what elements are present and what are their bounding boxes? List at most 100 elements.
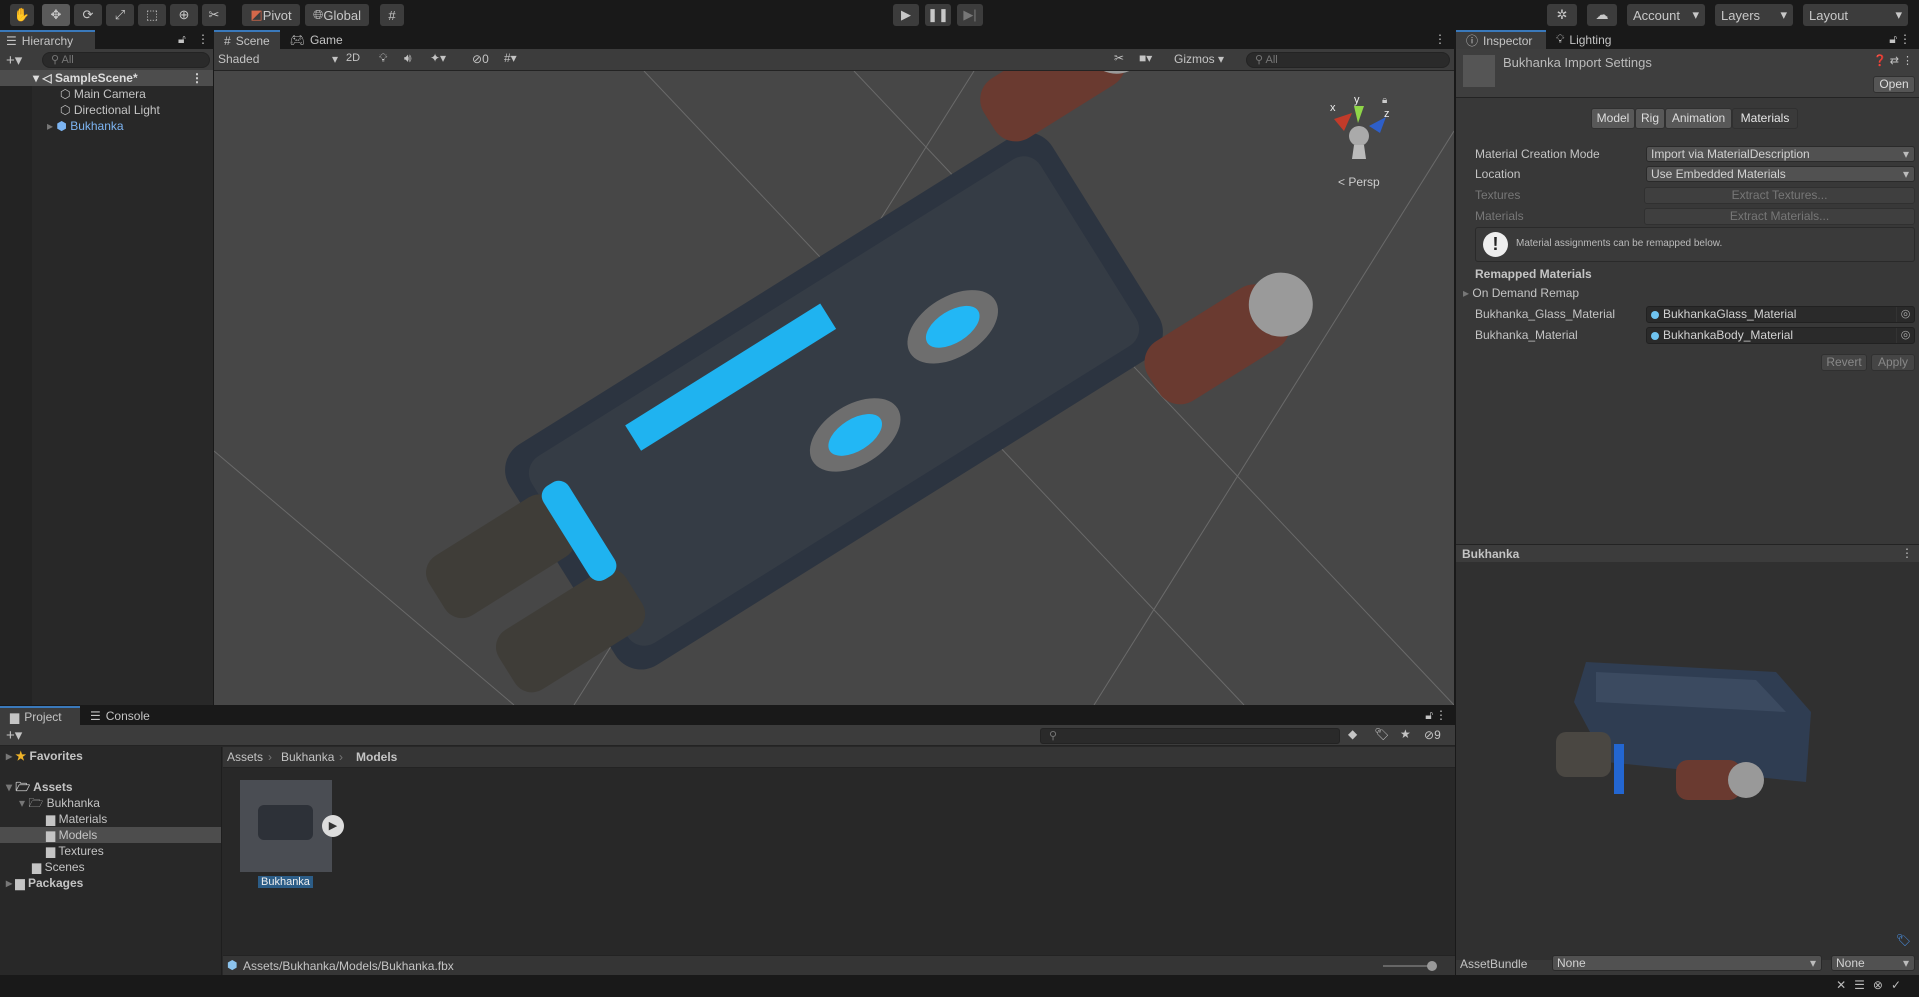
grid-toggle-icon[interactable]: #▾ <box>504 51 517 65</box>
glass-material-field[interactable]: BukhankaGlass_Material ◎ <box>1646 306 1915 323</box>
breadcrumb-models[interactable]: Models <box>356 750 397 764</box>
create-button[interactable]: +▾ <box>6 726 22 744</box>
location-dropdown[interactable]: Use Embedded Materials <box>1646 166 1915 182</box>
tree-item-scenes[interactable]: ▆ Scenes <box>32 859 85 875</box>
tab-lighting[interactable]: 💡︎ Lighting <box>1546 30 1621 49</box>
model-preview[interactable] <box>1456 562 1919 960</box>
more-icon[interactable]: ⋮ <box>191 70 203 86</box>
pause-button[interactable]: ❚❚ <box>925 4 951 26</box>
header-icons[interactable]: ❓ ⇄ ⋮ <box>1873 54 1913 67</box>
extract-textures-button[interactable]: Extract Textures... <box>1644 187 1915 204</box>
layout-dropdown[interactable]: Layout ▾ <box>1803 4 1908 26</box>
tree-item-bukhanka[interactable]: ▾ 🗁 Bukhanka <box>19 795 100 811</box>
asset-bundle-dropdown[interactable]: None <box>1552 955 1822 971</box>
expand-arrow-icon[interactable]: ▸ <box>47 119 53 133</box>
pivot-toggle[interactable]: ◩ Pivot <box>242 4 300 26</box>
breadcrumb-assets[interactable]: Assets <box>227 750 263 764</box>
grid-snap-icon[interactable]: # <box>380 4 404 26</box>
2d-toggle[interactable]: 2D <box>346 52 360 64</box>
rect-tool-icon[interactable]: ⬚ <box>138 4 166 26</box>
scene-viewport[interactable]: x y z 🔒︎ < Persp <box>214 71 1454 705</box>
tree-item-materials[interactable]: ▆ Materials <box>46 811 107 827</box>
asset-label[interactable]: Bukhanka <box>258 876 313 888</box>
transform-tool-icon[interactable]: ⊕ <box>170 4 198 26</box>
effects-toggle-icon[interactable]: ✦▾ <box>430 51 446 65</box>
play-preview-icon[interactable]: ▶ <box>322 815 344 837</box>
tools-icon[interactable]: ✂ <box>1114 51 1124 65</box>
lighting-toggle-icon[interactable]: 💡︎ <box>379 51 387 66</box>
open-button[interactable]: Open <box>1873 76 1915 93</box>
object-picker-icon[interactable]: ◎ <box>1896 328 1914 343</box>
slider-handle[interactable] <box>1427 961 1437 971</box>
tree-item-models[interactable]: ▆ Models <box>0 827 221 843</box>
lock-icon[interactable]: 🔓︎ <box>1889 32 1897 47</box>
search-by-label-icon[interactable]: 🏷︎ <box>1374 727 1389 741</box>
more-icon[interactable]: ⋮ <box>197 32 209 46</box>
projection-label[interactable]: < Persp <box>1338 175 1380 189</box>
asset-thumbnail[interactable]: ▶ <box>240 780 344 872</box>
step-button[interactable]: ▶| <box>957 4 983 26</box>
tab-animation[interactable]: Animation <box>1665 108 1732 129</box>
object-picker-icon[interactable]: ◎ <box>1896 307 1914 322</box>
asset-bundle-variant-dropdown[interactable]: None <box>1831 955 1915 971</box>
scale-tool-icon[interactable]: ⤢ <box>106 4 134 26</box>
search-by-type-icon[interactable]: ◆ <box>1348 727 1357 741</box>
tab-inspector[interactable]: ⓘ Inspector <box>1456 30 1546 49</box>
tab-model[interactable]: Model <box>1591 108 1635 129</box>
hidden-objects-toggle[interactable]: ⊘0 <box>472 52 489 66</box>
breadcrumb-bukhanka[interactable]: Bukhanka <box>281 750 334 764</box>
cloud-icon[interactable]: ☁ <box>1587 4 1617 26</box>
hierarchy-item-main-camera[interactable]: ⬡ Main Camera <box>60 86 146 102</box>
label-tag-icon[interactable]: 🏷︎ <box>1896 933 1911 947</box>
global-toggle[interactable]: 🌐︎ Global <box>305 4 369 26</box>
extract-materials-button[interactable]: Extract Materials... <box>1644 208 1915 225</box>
tab-hierarchy[interactable]: ☰ Hierarchy <box>0 30 95 49</box>
settings-icon[interactable]: ✲ <box>1547 4 1577 26</box>
tab-project[interactable]: ▆ Project <box>0 706 80 725</box>
hidden-packages-toggle[interactable]: ⊘9 <box>1424 728 1441 742</box>
icon-size-slider[interactable] <box>1383 965 1433 967</box>
layers-dropdown[interactable]: Layers ▾ <box>1715 4 1793 26</box>
body-material-field[interactable]: BukhankaBody_Material ◎ <box>1646 327 1915 344</box>
tab-game[interactable]: 🎮︎ Game <box>280 30 353 49</box>
apply-button[interactable]: Apply <box>1871 354 1915 371</box>
favorites-star-icon[interactable]: ★ <box>1400 727 1411 741</box>
play-button[interactable]: ▶ <box>893 4 919 26</box>
preview-header[interactable]: Bukhanka ⋮ <box>1456 544 1919 562</box>
hierarchy-item-directional-light[interactable]: ⬡ Directional Light <box>60 102 160 118</box>
gizmo-lock-icon[interactable]: 🔒︎ <box>1382 95 1387 106</box>
tab-rig[interactable]: Rig <box>1635 108 1665 129</box>
gizmos-dropdown[interactable]: Gizmos ▾ <box>1174 52 1224 66</box>
tree-item-assets[interactable]: ▾ 🗁 Assets <box>6 779 73 795</box>
shading-dropdown[interactable]: Shaded ▾ <box>218 52 338 66</box>
lock-icon[interactable]: 🔓︎ <box>1425 708 1433 723</box>
orientation-gizmo[interactable]: x y z 🔒︎ < Persp <box>1330 94 1390 189</box>
lock-icon[interactable]: 🔓︎ <box>178 32 186 47</box>
hierarchy-search-input[interactable]: ⚲ All <box>42 52 210 68</box>
hierarchy-item-bukhanka[interactable]: ▸ ⬢ Bukhanka <box>47 118 124 134</box>
camera-icon[interactable]: ■▾ <box>1139 51 1152 65</box>
scene-item[interactable]: ▾ ◁ SampleScene* ⋮ <box>0 70 213 86</box>
tree-item-packages[interactable]: ▸ ▆ Packages <box>6 875 83 891</box>
more-icon[interactable]: ⋮ <box>1899 32 1911 46</box>
status-icons[interactable]: ✕☰⊗✓ <box>1836 978 1909 992</box>
more-icon[interactable]: ⋮ <box>1901 546 1913 560</box>
rotate-tool-icon[interactable]: ⟳ <box>74 4 102 26</box>
project-search-input[interactable]: ⚲ <box>1040 728 1340 744</box>
favorites-item[interactable]: ▸ ★ Favorites <box>6 748 83 764</box>
audio-toggle-icon[interactable]: 🔊︎ <box>404 51 412 66</box>
hand-tool-icon[interactable]: ✋ <box>10 4 34 26</box>
tree-item-textures[interactable]: ▆ Textures <box>46 843 104 859</box>
tab-scene[interactable]: # Scene <box>214 30 280 49</box>
account-dropdown[interactable]: Account ▾ <box>1627 4 1705 26</box>
tab-materials[interactable]: Materials <box>1732 108 1798 129</box>
scene-search-input[interactable]: ⚲ All <box>1246 52 1450 68</box>
tab-console[interactable]: ☰ Console <box>80 706 160 725</box>
move-tool-icon[interactable]: ✥ <box>42 4 70 26</box>
on-demand-remap-foldout[interactable]: ▸ On Demand Remap <box>1463 285 1579 301</box>
add-button[interactable]: +▾ <box>6 51 22 69</box>
more-icon[interactable]: ⋮ <box>1434 32 1446 46</box>
more-icon[interactable]: ⋮ <box>1435 708 1447 722</box>
material-creation-mode-dropdown[interactable]: Import via MaterialDescription <box>1646 146 1915 162</box>
revert-button[interactable]: Revert <box>1821 354 1867 371</box>
